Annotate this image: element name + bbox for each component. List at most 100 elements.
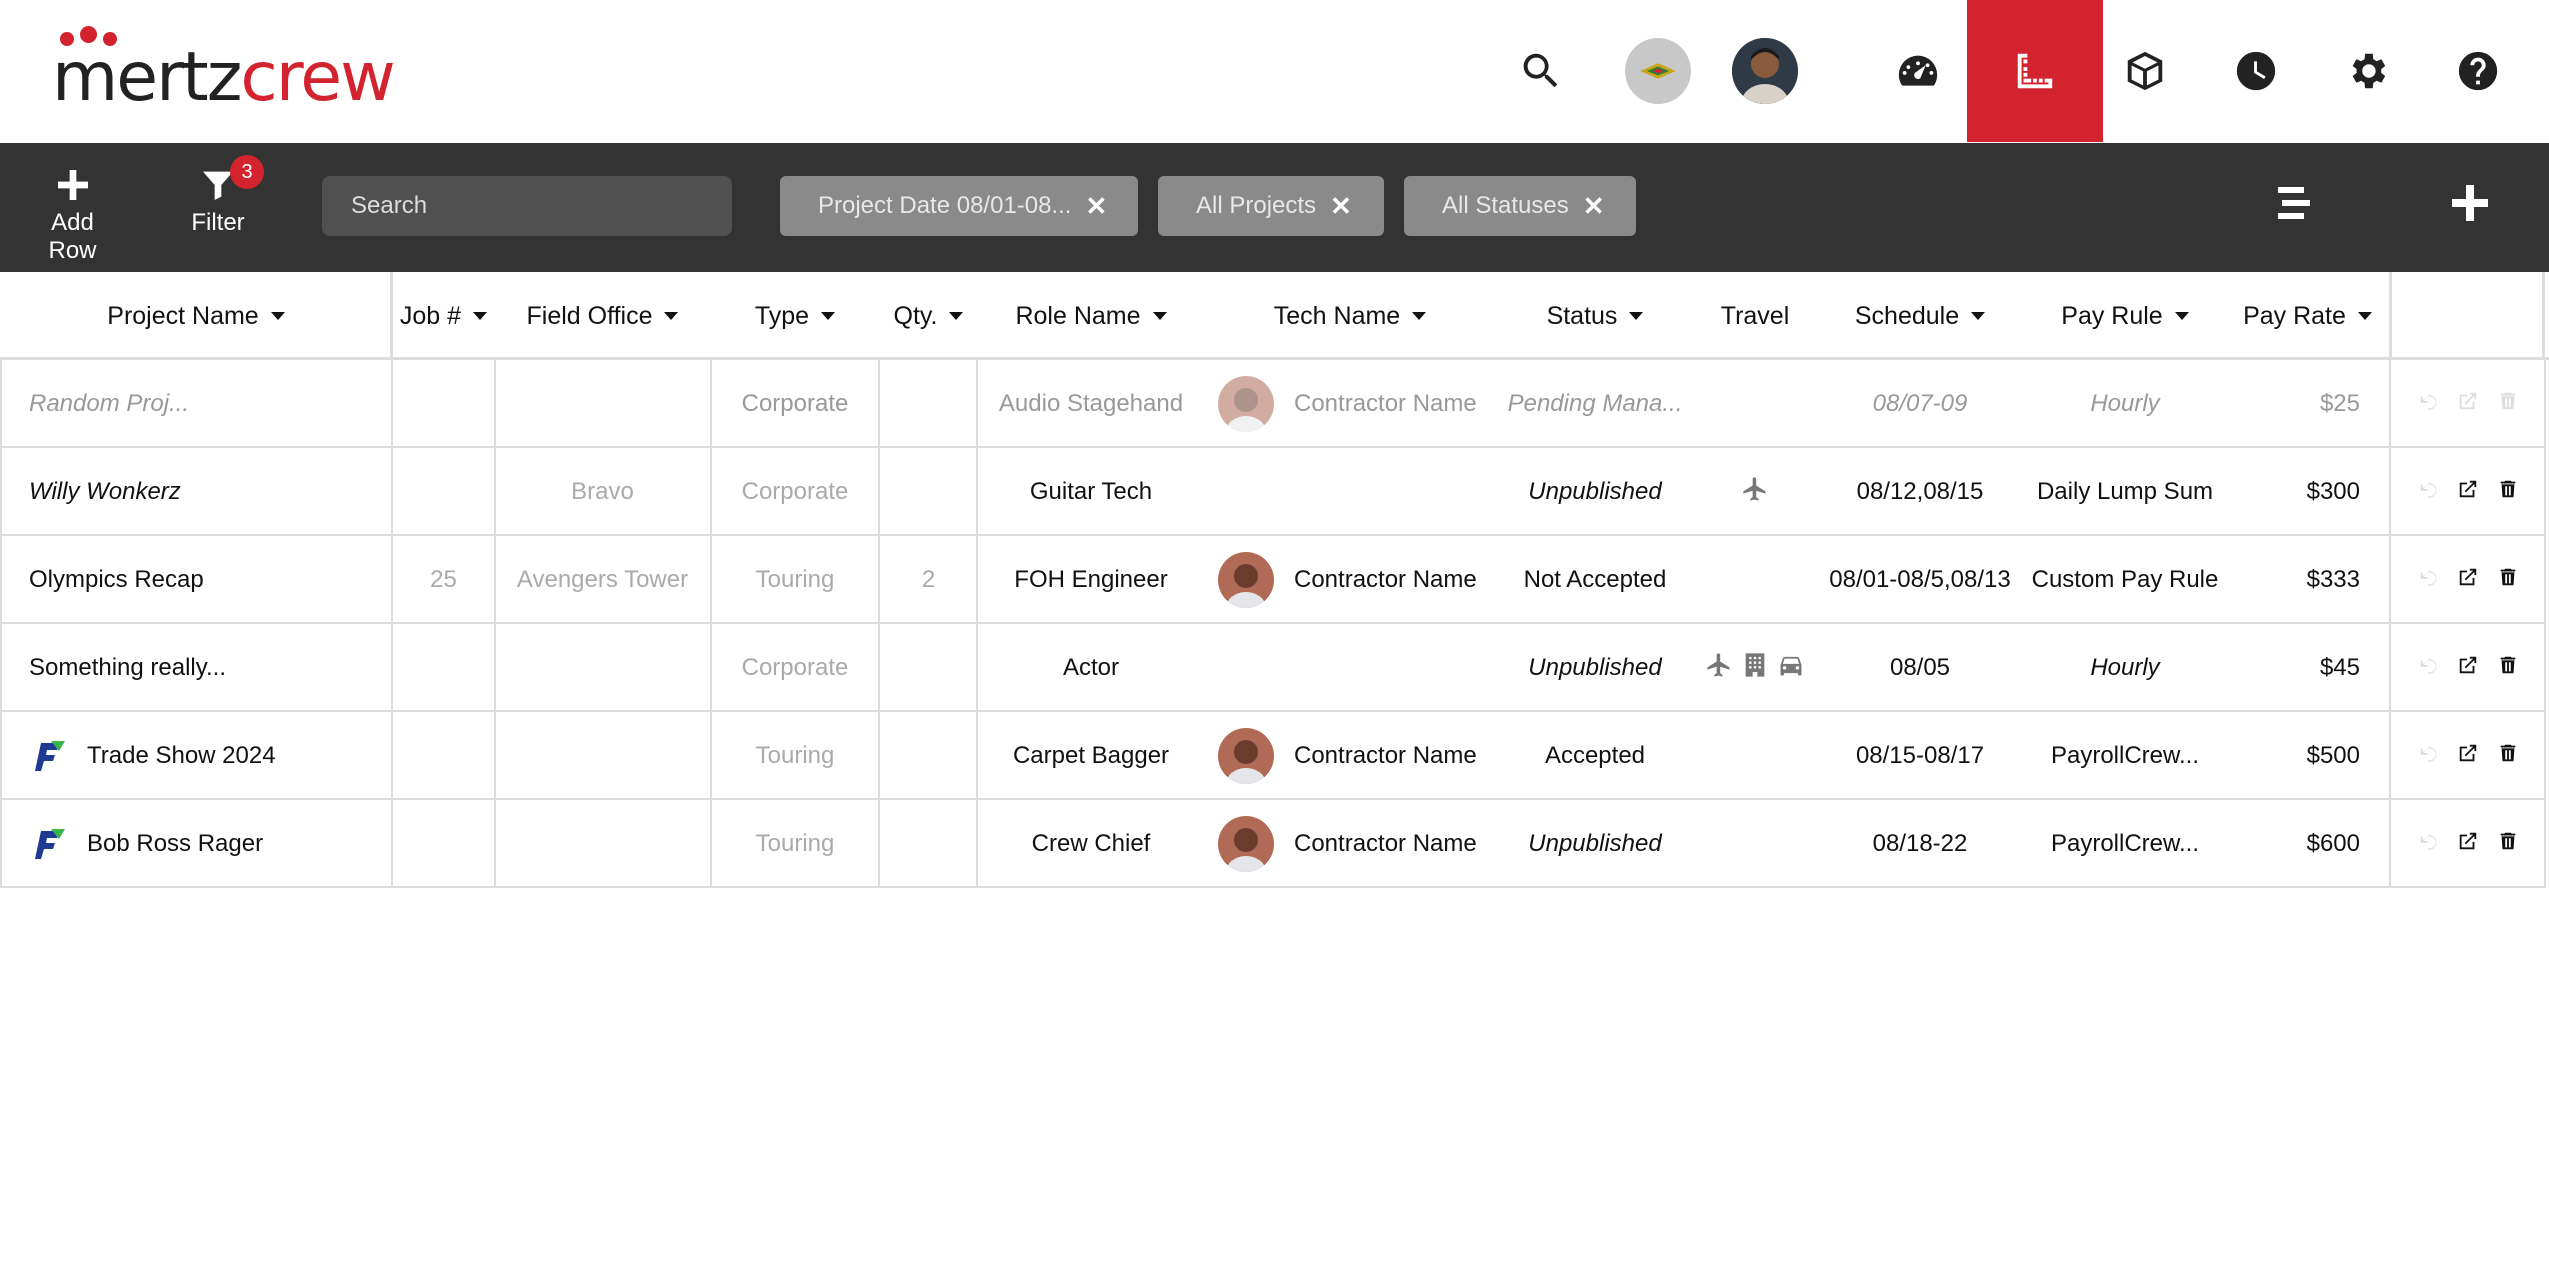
- job-cell: [392, 800, 495, 888]
- tech-name-cell[interactable]: [1218, 448, 1508, 536]
- search-input[interactable]: [322, 176, 732, 236]
- type-cell: Touring: [755, 830, 835, 857]
- col-qty[interactable]: Qty.: [880, 272, 977, 360]
- app-header: mertz crew: [0, 0, 2549, 143]
- close-icon[interactable]: ✕: [1583, 191, 1605, 222]
- col-field-office[interactable]: Field Office: [495, 272, 710, 360]
- trash-icon[interactable]: [2497, 654, 2519, 683]
- type-cell: Touring: [755, 566, 835, 593]
- table-row[interactable]: Willy Wonkerz Bravo Corporate Guitar Tec…: [0, 448, 2546, 536]
- project-name-cell[interactable]: Something really...: [0, 624, 392, 712]
- chip-project-date[interactable]: Project Date 08/01-08... ✕: [780, 176, 1138, 236]
- col-project-name[interactable]: Project Name: [0, 272, 392, 360]
- status-cell: Not Accepted: [1523, 566, 1667, 593]
- pay-rule-cell: PayrollCrew...: [2050, 830, 2200, 857]
- undo-icon[interactable]: [2417, 830, 2439, 859]
- tech-name-cell[interactable]: Contractor Name: [1218, 360, 1508, 448]
- project-name-cell[interactable]: Trade Show 2024: [0, 712, 392, 800]
- tech-name-cell[interactable]: Contractor Name: [1218, 800, 1508, 888]
- col-role-name[interactable]: Role Name: [977, 272, 1205, 360]
- trash-icon[interactable]: [2497, 390, 2519, 419]
- gear-icon[interactable]: [2312, 0, 2422, 142]
- table-row[interactable]: Random Proj... Corporate Audio Stagehand…: [0, 360, 2546, 448]
- payrollcrew-logo-icon: [29, 737, 67, 775]
- open-external-icon[interactable]: [2457, 566, 2479, 595]
- undo-icon[interactable]: [2417, 390, 2439, 419]
- pay-rule-cell: Daily Lump Sum: [2036, 478, 2214, 505]
- user-avatar[interactable]: [1732, 38, 1798, 104]
- caret-down-icon: [473, 312, 488, 320]
- tech-name-cell[interactable]: Contractor Name: [1218, 536, 1508, 624]
- job-cell: 25: [430, 566, 457, 593]
- schedule-cell: 08/15-08/17: [1855, 742, 1985, 769]
- col-pay-rule[interactable]: Pay Rule: [2025, 272, 2225, 360]
- table-row[interactable]: Trade Show 2024 Touring Carpet Bagger Co…: [0, 712, 2546, 800]
- pay-rule-cell: Hourly: [2090, 654, 2160, 681]
- col-schedule[interactable]: Schedule: [1815, 272, 2025, 360]
- open-external-icon[interactable]: [2457, 830, 2479, 859]
- airplane-icon: [1741, 475, 1769, 510]
- field-office-cell: Bravo: [571, 478, 634, 505]
- close-icon[interactable]: ✕: [1085, 191, 1107, 222]
- filter-button[interactable]: 3 Filter: [185, 155, 264, 237]
- open-external-icon[interactable]: [2457, 654, 2479, 683]
- table-row[interactable]: Bob Ross Rager Touring Crew Chief Contra…: [0, 800, 2546, 888]
- trash-icon[interactable]: [2497, 830, 2519, 859]
- col-type[interactable]: Type: [710, 272, 880, 360]
- undo-icon[interactable]: [2417, 654, 2439, 683]
- align-menu-icon[interactable]: [2270, 179, 2318, 232]
- caret-down-icon: [1412, 312, 1427, 320]
- tech-name-cell[interactable]: [1218, 624, 1508, 712]
- col-travel[interactable]: Travel: [1695, 272, 1815, 360]
- dashboard-icon[interactable]: [1863, 0, 1973, 142]
- field-office-cell: [495, 712, 710, 800]
- caret-down-icon: [821, 312, 836, 320]
- table-row[interactable]: Olympics Recap 25 Avengers Tower Touring…: [0, 536, 2546, 624]
- ruler-icon[interactable]: [1967, 0, 2103, 142]
- trash-icon[interactable]: [2497, 478, 2519, 507]
- travel-cell: [1695, 360, 1815, 448]
- pay-rate-cell: $333: [2306, 566, 2360, 593]
- project-name-cell[interactable]: Willy Wonkerz: [0, 448, 392, 536]
- tech-name-cell[interactable]: Contractor Name: [1218, 712, 1508, 800]
- col-status[interactable]: Status: [1495, 272, 1695, 360]
- pay-rule-cell: Hourly: [2090, 390, 2160, 417]
- col-job[interactable]: Job #: [392, 272, 495, 360]
- add-column-icon[interactable]: [2446, 179, 2494, 232]
- field-office-cell: [495, 800, 710, 888]
- undo-icon[interactable]: [2417, 742, 2439, 771]
- mertzcrew-logo[interactable]: mertz crew: [52, 22, 396, 112]
- open-external-icon[interactable]: [2457, 478, 2479, 507]
- header-divider: [2389, 272, 2392, 360]
- table-row[interactable]: Something really... Corporate Actor Unpu…: [0, 624, 2546, 712]
- travel-cell: [1695, 800, 1815, 888]
- project-name-cell[interactable]: Bob Ross Rager: [0, 800, 392, 888]
- add-row-button[interactable]: Add Row: [25, 165, 120, 265]
- undo-icon[interactable]: [2417, 566, 2439, 595]
- col-tech-name[interactable]: Tech Name: [1205, 272, 1495, 360]
- open-external-icon[interactable]: [2457, 390, 2479, 419]
- chip-all-statuses[interactable]: All Statuses ✕: [1404, 176, 1636, 236]
- header-divider: [390, 272, 393, 360]
- project-name-cell[interactable]: Random Proj...: [0, 360, 392, 448]
- qty-cell: [880, 800, 977, 888]
- project-name-cell[interactable]: Olympics Recap: [0, 536, 392, 624]
- open-external-icon[interactable]: [2457, 742, 2479, 771]
- trash-icon[interactable]: [2497, 566, 2519, 595]
- status-cell: Unpublished: [1528, 654, 1662, 681]
- qty-cell: 2: [921, 566, 936, 593]
- pay-rate-cell: $600: [2306, 830, 2360, 857]
- header-divider: [2542, 272, 2545, 360]
- help-icon[interactable]: [2423, 0, 2533, 142]
- col-pay-rate[interactable]: Pay Rate: [2225, 272, 2390, 360]
- box-icon[interactable]: [2090, 0, 2200, 142]
- schedule-cell: 08/05: [1889, 654, 1951, 681]
- clock-icon[interactable]: [2201, 0, 2311, 142]
- chip-all-projects[interactable]: All Projects ✕: [1158, 176, 1384, 236]
- search-icon[interactable]: [1486, 0, 1596, 142]
- close-icon[interactable]: ✕: [1330, 191, 1352, 222]
- trash-icon[interactable]: [2497, 742, 2519, 771]
- org-avatar[interactable]: [1625, 38, 1691, 104]
- undo-icon[interactable]: [2417, 478, 2439, 507]
- hotel-icon: [1741, 651, 1769, 686]
